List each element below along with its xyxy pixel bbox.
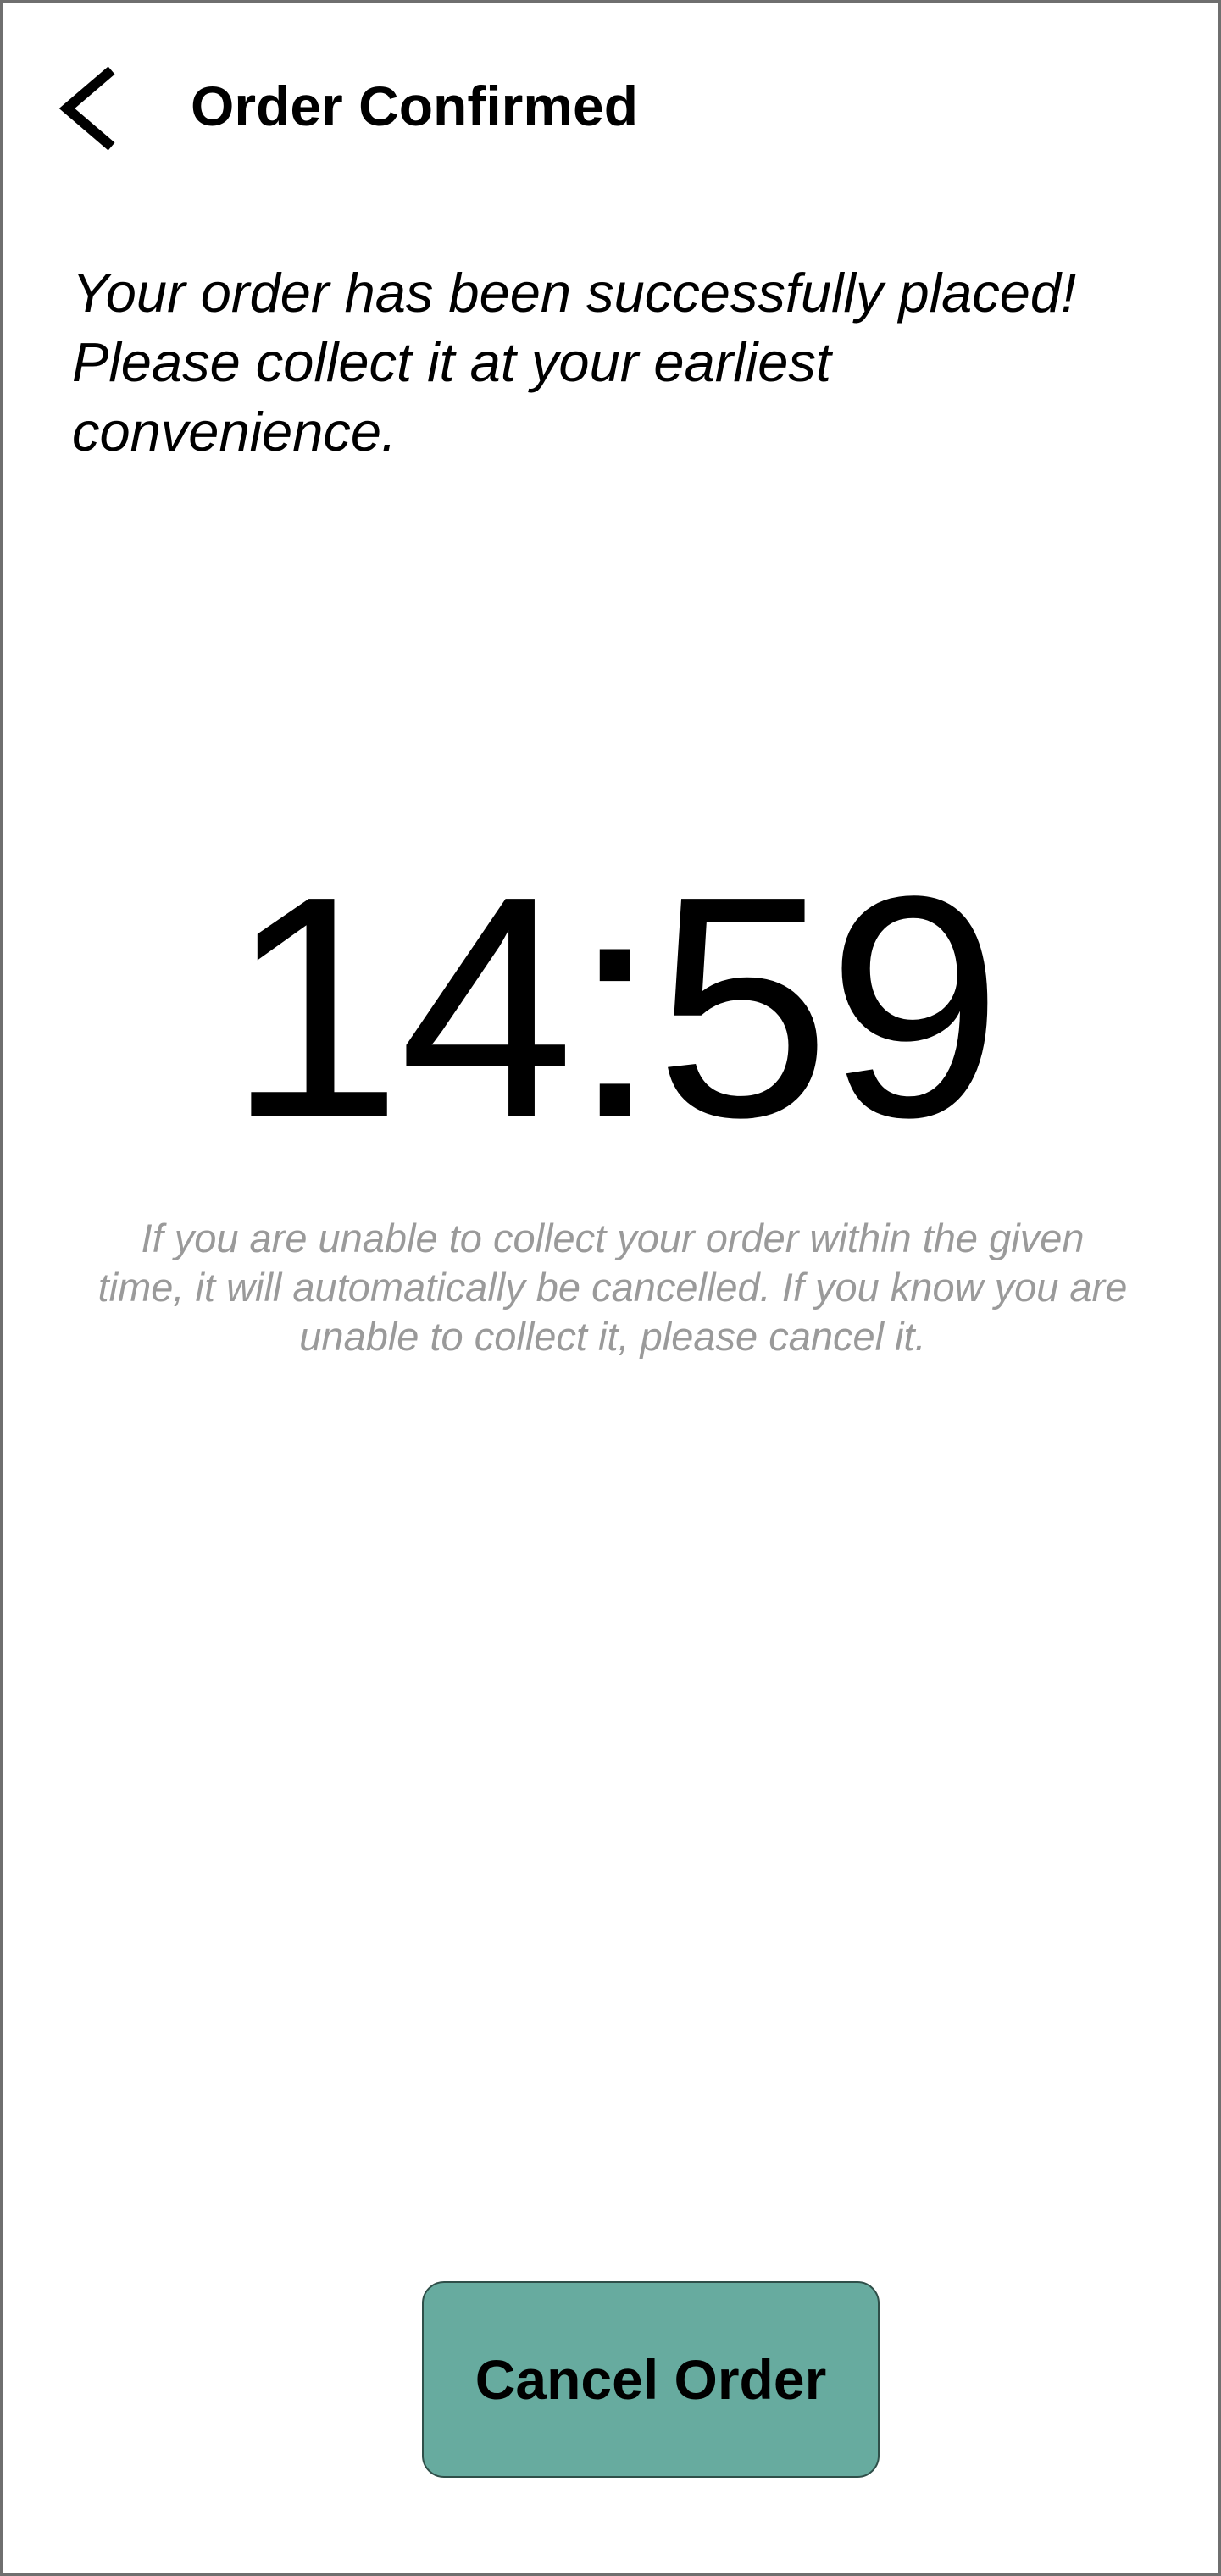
page-title: Order Confirmed <box>191 75 639 137</box>
countdown-timer: 14:59 <box>227 830 1002 1183</box>
cancel-order-label: Cancel Order <box>475 2348 827 2411</box>
order-confirmed-screen: Order Confirmed Your order has been succ… <box>0 0 1221 2576</box>
cancel-order-button[interactable]: Cancel Order <box>422 2281 880 2478</box>
back-button[interactable] <box>52 62 128 155</box>
confirmation-message: Your order has been successfully placed!… <box>72 262 1077 463</box>
cancellation-notice: If you are unable to collect your order … <box>97 1216 1128 1359</box>
chevron-left-icon <box>58 66 115 151</box>
